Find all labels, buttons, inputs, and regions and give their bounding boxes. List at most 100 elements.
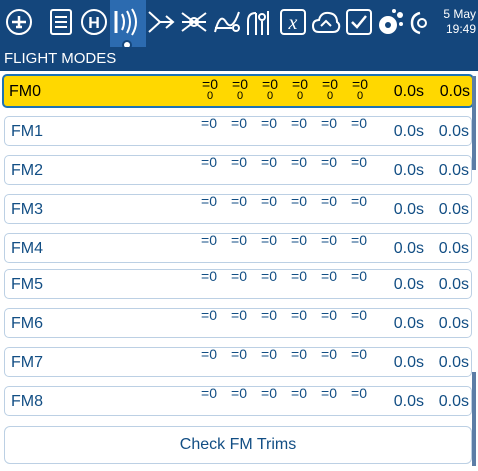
telemetry-icon[interactable] <box>311 6 341 38</box>
trim-value: =0 <box>351 346 367 362</box>
fade-in-value: 0.0s <box>393 276 424 293</box>
trim-value: =0 <box>261 232 277 248</box>
trim-value: =0 <box>291 232 307 248</box>
svg-text:H: H <box>88 15 100 32</box>
status-date: 5 May 19:49 <box>430 7 476 37</box>
flight-mode-label: FM1 <box>11 123 43 140</box>
trim-subvalue: 0 <box>356 90 364 102</box>
trim-value: =0 <box>291 385 307 401</box>
flight-mode-row-fm8[interactable]: FM8 =0 =0 =0 =0 =0 =0 0.0s 0.0s <box>4 385 472 416</box>
trim-value: =0 <box>291 115 307 131</box>
flight-mode-label: FM4 <box>11 240 43 257</box>
flight-mode-label: FM5 <box>11 276 43 293</box>
trim-value: =0 <box>261 385 277 401</box>
flight-mode-label: FM3 <box>11 201 43 218</box>
trim-value: =0 <box>291 268 307 284</box>
trim-value: =0 <box>201 268 217 284</box>
fade-in-value: 0.0s <box>393 83 424 100</box>
flight-mode-row-fm4[interactable]: FM4 =0 =0 =0 =0 =0 =0 0.0s 0.0s <box>4 232 472 263</box>
fade-out-value: 0.0s <box>438 240 469 257</box>
trim-subvalue: 0 <box>296 90 304 102</box>
status-time: 19:49 <box>445 22 476 36</box>
trim-value: =0 <box>321 154 337 170</box>
trim-value: =0 <box>351 307 367 323</box>
fade-in-value: 0.0s <box>393 354 424 371</box>
fade-out-value: 0.0s <box>438 315 469 332</box>
fade-out-value: 0.0s <box>438 393 469 410</box>
trim-value: =0 <box>201 115 217 131</box>
fade-out-value: 0.0s <box>438 201 469 218</box>
trim-subvalue: 0 <box>236 90 244 102</box>
flight-mode-label: FM2 <box>11 162 43 179</box>
trim-value: =0 <box>231 193 247 209</box>
status-date-day: 5 May <box>443 7 476 21</box>
check-fm-trims-button[interactable]: Check FM Trims <box>4 426 472 464</box>
scrollbar-thumb[interactable] <box>472 76 476 170</box>
trim-value: =0 <box>231 154 247 170</box>
trim-value: =0 <box>351 154 367 170</box>
flight-mode-label: FM6 <box>11 315 43 332</box>
mixer-icon[interactable] <box>146 6 176 38</box>
fade-out-value: 0.0s <box>438 162 469 179</box>
airplane-icon[interactable] <box>4 6 34 38</box>
trim-subvalue: 0 <box>266 90 274 102</box>
fade-out-value: 0.0s <box>438 276 469 293</box>
page-title: FLIGHT MODES <box>4 50 117 67</box>
flight-mode-row-fm5[interactable]: FM5 =0 =0 =0 =0 =0 =0 0.0s 0.0s <box>4 268 472 299</box>
fade-in-value: 0.0s <box>393 201 424 218</box>
trim-value: =0 <box>321 232 337 248</box>
trim-value: =0 <box>231 115 247 131</box>
fade-in-value: 0.0s <box>393 393 424 410</box>
trim-value: =0 <box>351 385 367 401</box>
trim-value: =0 <box>321 346 337 362</box>
special-function-icon[interactable]: x <box>278 6 308 38</box>
trim-value: =0 <box>261 193 277 209</box>
trim-value: =0 <box>261 154 277 170</box>
list-icon[interactable] <box>46 6 76 38</box>
trim-value: =0 <box>231 268 247 284</box>
trim-subvalue: 0 <box>206 90 214 102</box>
scrollbar-thumb-lower[interactable] <box>472 372 476 466</box>
flight-mode-row-fm7[interactable]: FM7 =0 =0 =0 =0 =0 =0 0.0s 0.0s <box>4 346 472 377</box>
trim-value: =0 <box>291 193 307 209</box>
globe-icon[interactable] <box>406 6 430 38</box>
trim-value: =0 <box>261 268 277 284</box>
flight-mode-row-fm1[interactable]: FM1 =0 =0 =0 =0 =0 =0 0.0s 0.0s <box>4 115 472 146</box>
trim-value: =0 <box>321 115 337 131</box>
fade-out-value: 0.0s <box>438 123 469 140</box>
fade-in-value: 0.0s <box>393 123 424 140</box>
trim-value: =0 <box>201 307 217 323</box>
trim-value: =0 <box>201 232 217 248</box>
trim-value: =0 <box>231 232 247 248</box>
flight-mode-row-fm0[interactable]: FM0 =0 =0 =0 =0 =0 =0 0 0 0 0 0 0 0.0s 0… <box>2 74 474 108</box>
curves-icon[interactable] <box>212 6 242 38</box>
flight-mode-label: FM8 <box>11 393 43 410</box>
radio-icon[interactable] <box>112 6 142 38</box>
fade-out-value: 0.0s <box>438 354 469 371</box>
trim-value: =0 <box>321 307 337 323</box>
trim-subvalue: 0 <box>326 90 334 102</box>
logic-switch-icon[interactable] <box>244 6 274 38</box>
settings-icon[interactable] <box>376 6 406 38</box>
helicopter-icon[interactable]: H <box>79 6 109 38</box>
trim-value: =0 <box>201 385 217 401</box>
outputs-icon[interactable] <box>179 6 209 38</box>
trim-value: =0 <box>261 115 277 131</box>
trim-value: =0 <box>351 115 367 131</box>
trim-value: =0 <box>291 346 307 362</box>
trim-value: =0 <box>231 346 247 362</box>
trim-value: =0 <box>201 346 217 362</box>
flight-mode-row-fm6[interactable]: FM6 =0 =0 =0 =0 =0 =0 0.0s 0.0s <box>4 307 472 338</box>
trim-value: =0 <box>321 193 337 209</box>
flight-mode-row-fm3[interactable]: FM3 =0 =0 =0 =0 =0 =0 0.0s 0.0s <box>4 193 472 224</box>
trim-value: =0 <box>201 193 217 209</box>
trim-value: =0 <box>261 307 277 323</box>
trim-value: =0 <box>321 268 337 284</box>
svg-text:x: x <box>288 12 298 34</box>
trim-value: =0 <box>231 307 247 323</box>
flight-mode-row-fm2[interactable]: FM2 =0 =0 =0 =0 =0 =0 0.0s 0.0s <box>4 154 472 185</box>
trim-value: =0 <box>261 346 277 362</box>
flight-mode-label: FM0 <box>9 83 41 100</box>
checklist-icon[interactable] <box>344 6 374 38</box>
fade-in-value: 0.0s <box>393 240 424 257</box>
